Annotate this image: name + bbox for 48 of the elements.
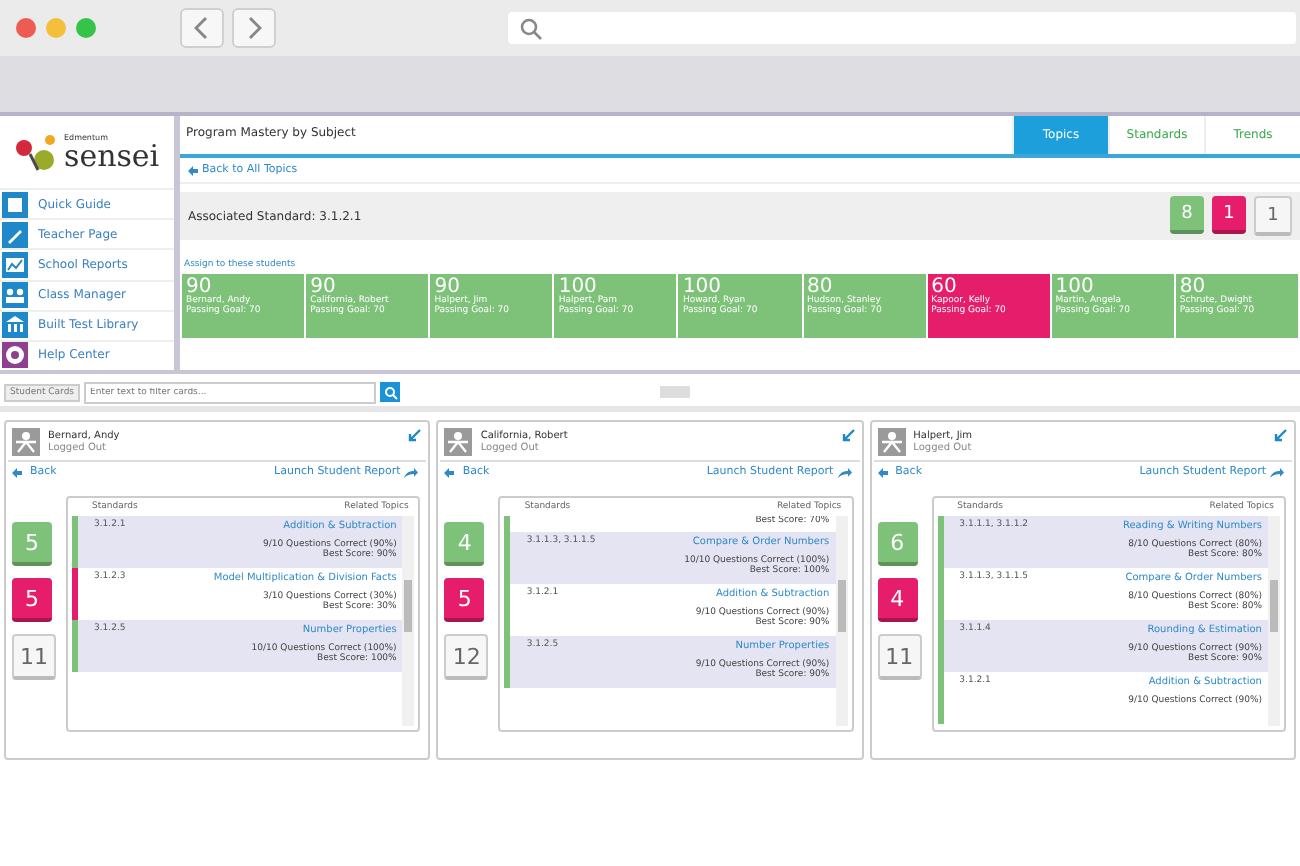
share-arrow-icon bbox=[837, 467, 852, 477]
count-badge[interactable]: 1 bbox=[1212, 196, 1246, 234]
arrow-left-icon bbox=[877, 467, 888, 477]
count-badge[interactable]: 4 bbox=[444, 522, 485, 566]
avatar-icon bbox=[877, 428, 906, 456]
count-badge[interactable]: 11 bbox=[877, 634, 922, 680]
score-text: 90 bbox=[186, 276, 212, 298]
score-text: 90 bbox=[434, 276, 460, 298]
logo-splash-icon bbox=[12, 130, 60, 175]
count-badge[interactable]: 8 bbox=[1170, 196, 1204, 234]
expand-icon[interactable] bbox=[841, 428, 856, 442]
count-badge[interactable]: 11 bbox=[12, 634, 56, 680]
share-arrow-icon bbox=[404, 467, 419, 477]
score-text: 90 bbox=[310, 276, 336, 298]
minimize-dot[interactable] bbox=[46, 18, 66, 38]
resize-handle[interactable] bbox=[660, 386, 691, 398]
count-badge[interactable]: 4 bbox=[877, 578, 918, 622]
search-button[interactable] bbox=[380, 382, 401, 402]
score-text: 80 bbox=[807, 276, 833, 298]
score-text: 100 bbox=[682, 276, 724, 298]
score-text: 100 bbox=[558, 276, 598, 298]
arrow-left-icon bbox=[12, 467, 22, 477]
maximize-dot[interactable] bbox=[76, 18, 96, 38]
scrollbar[interactable] bbox=[402, 516, 415, 726]
score-text: 80 bbox=[1179, 276, 1206, 298]
arrow-left-icon bbox=[444, 467, 455, 477]
score-text: 100 bbox=[1055, 276, 1094, 298]
count-badge[interactable]: 5 bbox=[12, 578, 52, 622]
count-badge[interactable]: 6 bbox=[877, 522, 918, 566]
back-button[interactable] bbox=[180, 8, 224, 48]
count-badge[interactable]: 5 bbox=[444, 578, 485, 622]
avatar-icon bbox=[444, 428, 473, 456]
scrollbar[interactable] bbox=[1267, 516, 1280, 726]
expand-icon[interactable] bbox=[1273, 428, 1288, 442]
close-dot[interactable] bbox=[16, 18, 36, 38]
search-icon bbox=[520, 17, 542, 39]
count-badge[interactable]: 1 bbox=[1254, 196, 1292, 236]
count-badge[interactable]: 12 bbox=[444, 634, 489, 680]
avatar-icon bbox=[12, 428, 40, 456]
arrow-left-icon bbox=[188, 165, 198, 175]
score-text: 60 bbox=[931, 276, 957, 298]
count-badge[interactable]: 5 bbox=[12, 522, 52, 566]
chevron-left-icon bbox=[194, 16, 210, 40]
share-arrow-icon bbox=[1269, 467, 1284, 477]
expand-icon[interactable] bbox=[408, 428, 423, 442]
chevron-right-icon bbox=[246, 16, 262, 40]
forward-button[interactable] bbox=[232, 8, 276, 48]
scrollbar[interactable] bbox=[835, 516, 848, 726]
